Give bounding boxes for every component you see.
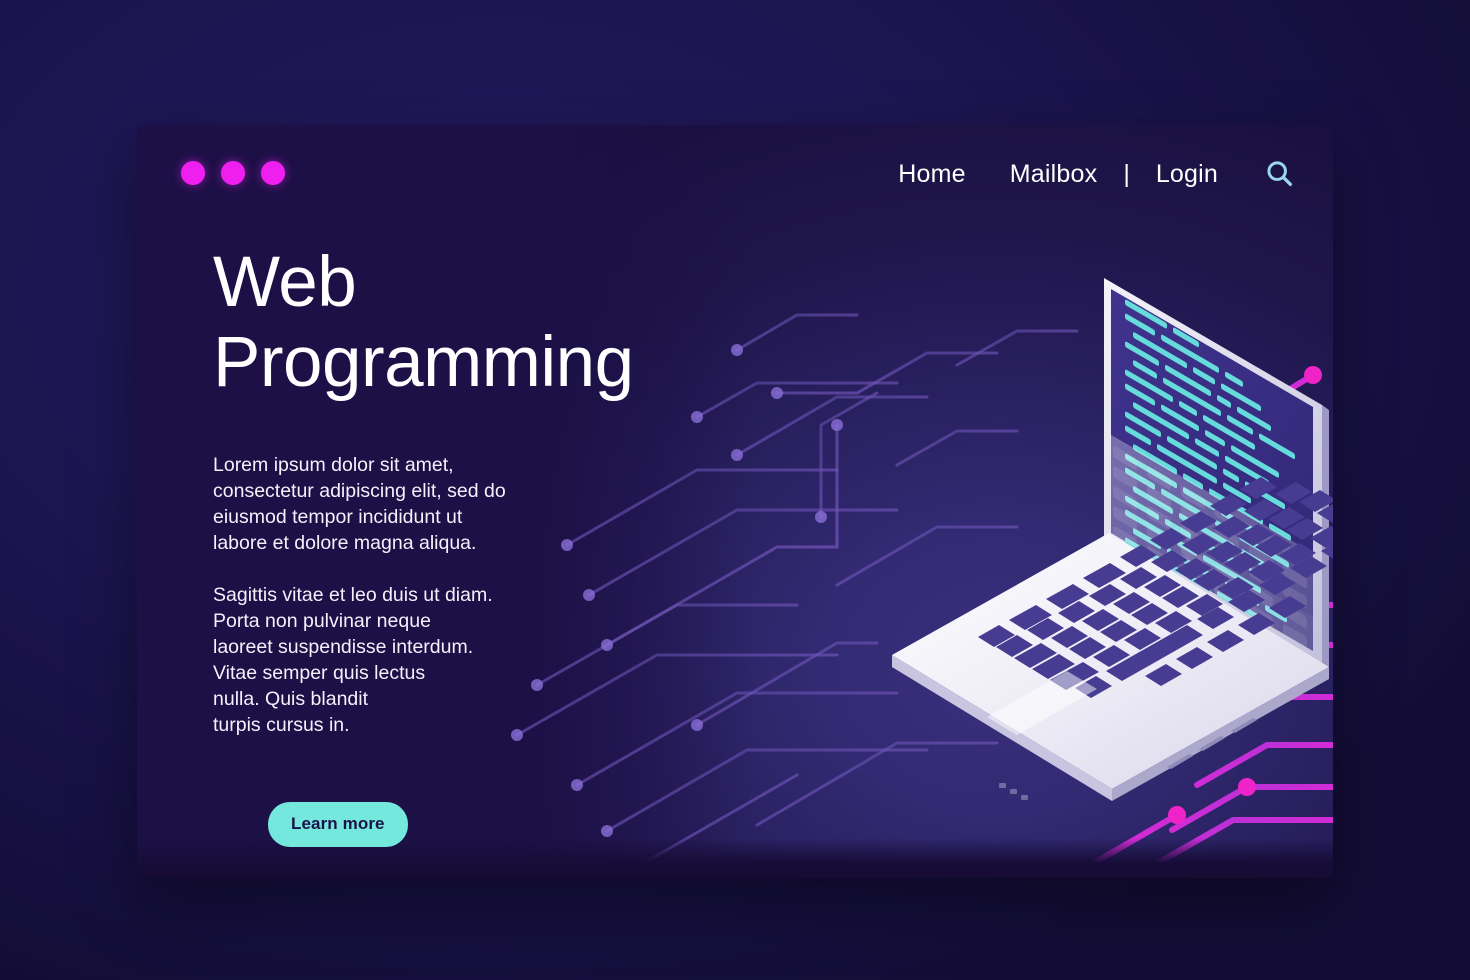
nav-link-mailbox[interactable]: Mailbox [988, 160, 1120, 189]
logo-dot-1 [181, 161, 205, 185]
hero-paragraph-2: Sagittis vitae et leo duis ut diam. Port… [213, 584, 493, 736]
laptop-front-ports [999, 783, 1028, 800]
learn-more-button[interactable]: Learn more [268, 801, 408, 847]
landing-page-stage: Home Mailbox | Login Web Programming Lor… [0, 0, 1470, 980]
main-navigation: Home Mailbox | Login [876, 158, 1295, 191]
search-button[interactable] [1264, 158, 1295, 191]
logo-dot-2 [221, 161, 245, 185]
page-title: Web Programming [213, 243, 733, 403]
page-title-line-2: Programming [213, 323, 634, 403]
hero-card: Home Mailbox | Login Web Programming Lor… [137, 125, 1333, 878]
search-icon [1267, 161, 1293, 187]
hero-paragraph-1: Lorem ipsum dolor sit amet, consectetur … [213, 454, 506, 555]
nav-separator: | [1123, 160, 1130, 188]
nav-link-login[interactable]: Login [1134, 160, 1240, 189]
page-title-line-1: Web [213, 243, 357, 322]
hero-content: Web Programming Lorem ipsum dolor sit am… [213, 243, 733, 847]
logo-dot-3 [261, 161, 285, 185]
three-dots-logo[interactable] [181, 161, 285, 185]
isometric-laptop-illustration [892, 278, 1333, 801]
nav-link-home[interactable]: Home [876, 160, 988, 189]
